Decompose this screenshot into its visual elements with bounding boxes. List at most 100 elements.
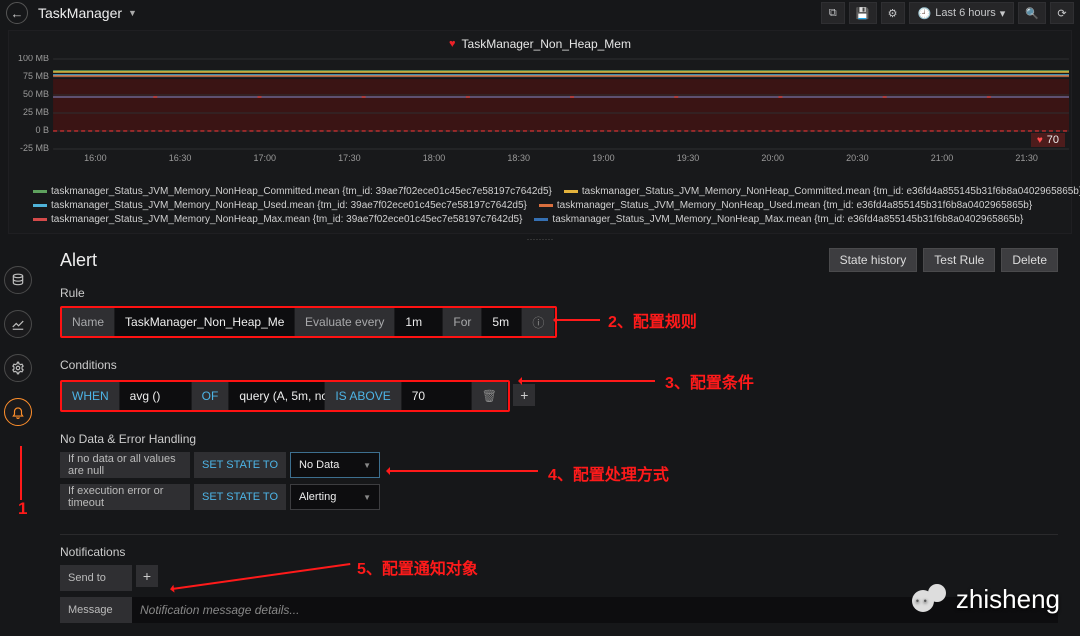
remove-condition-button[interactable]: 🗑: [472, 382, 508, 410]
nodata-select[interactable]: No Data ▼: [290, 452, 380, 478]
legend-swatch: [33, 190, 47, 193]
add-condition-button[interactable]: +: [513, 384, 535, 406]
share-button[interactable]: ⧉: [821, 2, 845, 24]
panel-title[interactable]: ♥ TaskManager_Non_Heap_Mem: [9, 35, 1071, 55]
threshold-value: 70: [1047, 134, 1059, 146]
when-keyword[interactable]: WHEN: [62, 382, 120, 410]
legend-swatch: [33, 218, 47, 221]
svg-text:16:30: 16:30: [169, 153, 192, 163]
threshold-field[interactable]: [412, 389, 461, 403]
arrow-4: [388, 470, 538, 472]
dashboard-title[interactable]: TaskManager ▼: [38, 5, 137, 21]
rule-name-input[interactable]: [115, 308, 295, 336]
of-keyword: OF: [192, 382, 230, 410]
svg-text:0 B: 0 B: [36, 125, 50, 135]
tab-general[interactable]: [4, 354, 32, 382]
annotation-5: 5、配置通知对象: [357, 555, 478, 579]
svg-text:19:30: 19:30: [677, 153, 700, 163]
message-placeholder: Notification message details...: [140, 603, 299, 617]
svg-text:17:00: 17:00: [253, 153, 276, 163]
annotation-2: 2、配置规则: [608, 308, 697, 332]
legend-swatch: [33, 204, 47, 207]
chart-icon: [11, 317, 25, 331]
legend-swatch: [564, 190, 578, 193]
svg-text:-25 MB: -25 MB: [20, 143, 49, 153]
conditions-highlight-box: WHEN avg () OF query (A, 5m, now) IS ABO…: [60, 380, 510, 412]
isabove-keyword[interactable]: IS ABOVE: [325, 382, 401, 410]
editor-tab-rail: [4, 266, 32, 426]
svg-text:100 MB: 100 MB: [18, 55, 49, 63]
annotation-4: 4、配置处理方式: [548, 461, 669, 485]
svg-text:17:30: 17:30: [338, 153, 361, 163]
alert-editor: Alert State history Test Rule Delete Rul…: [46, 240, 1072, 636]
chart-legend: taskmanager_Status_JVM_Memory_NonHeap_Co…: [9, 183, 1071, 231]
broken-heart-icon: ♥: [1037, 135, 1043, 146]
rule-name-field[interactable]: [125, 315, 284, 329]
legend-label[interactable]: taskmanager_Status_JVM_Memory_NonHeap_Co…: [51, 186, 552, 197]
legend-label[interactable]: taskmanager_Status_JVM_Memory_NonHeap_Ma…: [552, 214, 1023, 225]
notifications-title: Notifications: [60, 534, 1058, 565]
chart-area[interactable]: 100 MB75 MB50 MB25 MB0 B-25 MB 16:0016:3…: [9, 55, 1071, 183]
setstateto-label-1: SET STATE TO: [194, 452, 286, 478]
legend-swatch: [539, 204, 553, 207]
chart-svg: 100 MB75 MB50 MB25 MB0 B-25 MB 16:0016:3…: [9, 55, 1071, 165]
evaluate-every-field[interactable]: [405, 315, 432, 329]
svg-text:18:30: 18:30: [507, 153, 530, 163]
svg-text:20:30: 20:30: [846, 153, 869, 163]
conditions-section: Conditions WHEN avg () OF query (A, 5m, …: [46, 348, 1072, 422]
setstateto-label-2: SET STATE TO: [194, 484, 286, 510]
tab-visualization[interactable]: [4, 310, 32, 338]
for-label: For: [443, 308, 482, 336]
legend-swatch: [534, 218, 548, 221]
annotation-1: 1: [18, 499, 27, 519]
title-caret-icon: ▼: [128, 8, 137, 18]
message-label: Message: [60, 597, 132, 623]
alert-heading: Alert: [60, 250, 97, 271]
topbar: ← TaskManager ▼ ⧉ 💾 ⚙ 🕘 Last 6 hours ▾ 🔍…: [0, 0, 1080, 26]
evaluate-every-input[interactable]: [395, 308, 443, 336]
for-field[interactable]: [492, 315, 511, 329]
watermark: • • zhisheng: [908, 582, 1060, 616]
query-select[interactable]: query (A, 5m, now): [229, 382, 325, 410]
svg-text:19:00: 19:00: [592, 153, 615, 163]
error-select[interactable]: Alerting ▼: [290, 484, 380, 510]
svg-text:16:00: 16:00: [84, 153, 107, 163]
svg-text:20:00: 20:00: [761, 153, 784, 163]
caret-down-icon: ▼: [363, 461, 371, 470]
title-text: TaskManager: [38, 5, 122, 21]
panel-title-text: TaskManager_Non_Heap_Mem: [462, 37, 631, 51]
aggregation-select[interactable]: avg (): [120, 382, 192, 410]
wechat-icon: • •: [908, 582, 948, 616]
legend-label[interactable]: taskmanager_Status_JVM_Memory_NonHeap_Ma…: [51, 214, 522, 225]
error-label: If execution error or timeout: [60, 484, 190, 510]
svg-text:25 MB: 25 MB: [23, 107, 49, 117]
test-rule-button[interactable]: Test Rule: [923, 248, 995, 272]
add-channel-button[interactable]: +: [136, 565, 158, 587]
for-input[interactable]: [482, 308, 522, 336]
annotation-3: 3、配置条件: [665, 369, 754, 393]
annotation-line-1: [20, 446, 22, 500]
refresh-button[interactable]: ⟳: [1050, 2, 1074, 24]
bell-icon: [11, 405, 25, 419]
back-button[interactable]: ←: [6, 2, 28, 24]
rule-title: Rule: [60, 276, 1058, 306]
legend-label[interactable]: taskmanager_Status_JVM_Memory_NonHeap_Us…: [557, 200, 1032, 211]
settings-button[interactable]: ⚙: [881, 2, 905, 24]
zoom-out-button[interactable]: 🔍: [1018, 2, 1046, 24]
nodata-label: If no data or all values are null: [60, 452, 190, 478]
gear-icon: [11, 361, 25, 375]
tab-queries[interactable]: [4, 266, 32, 294]
time-range-label: Last 6 hours: [935, 7, 996, 19]
legend-label[interactable]: taskmanager_Status_JVM_Memory_NonHeap_Co…: [582, 186, 1080, 197]
rule-highlight-box: Name Evaluate every For ⓘ: [60, 306, 557, 338]
tab-alert[interactable]: [4, 398, 32, 426]
nodata-value: No Data: [299, 459, 339, 471]
time-range-picker[interactable]: 🕘 Last 6 hours ▾: [909, 2, 1015, 24]
legend-label[interactable]: taskmanager_Status_JVM_Memory_NonHeap_Us…: [51, 200, 527, 211]
svg-text:18:00: 18:00: [423, 153, 446, 163]
save-button[interactable]: 💾: [849, 2, 877, 24]
state-history-button[interactable]: State history: [829, 248, 918, 272]
threshold-input[interactable]: [402, 382, 472, 410]
delete-button[interactable]: Delete: [1001, 248, 1058, 272]
error-value: Alerting: [299, 491, 336, 503]
